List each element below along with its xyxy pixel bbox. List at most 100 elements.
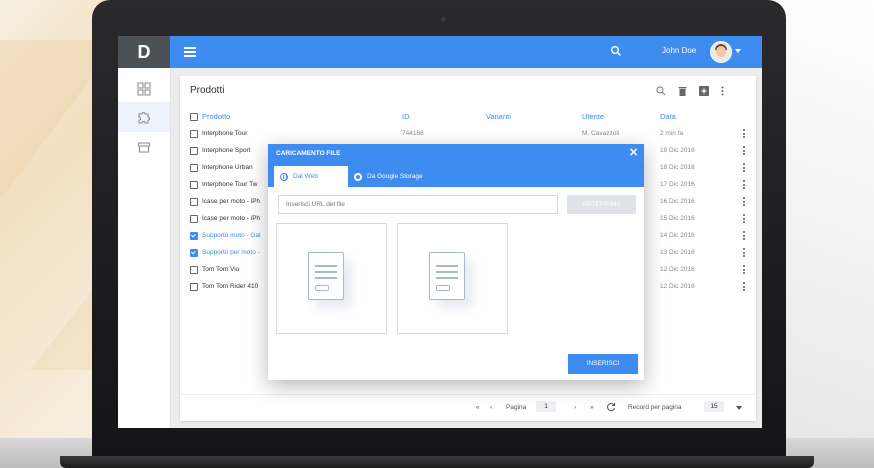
row-menu-icon[interactable] [743,231,745,242]
search-icon[interactable] [610,45,622,57]
google-storage-icon [354,172,362,181]
globe-icon [280,172,288,181]
product-date: 12 Dic 2016 [660,283,695,290]
row-menu-icon[interactable] [743,163,745,174]
close-icon[interactable]: ✕ [629,146,638,159]
row-checkbox[interactable] [190,215,198,223]
sidebar-item-dashboard[interactable] [118,74,170,104]
tab-label: Dal Web [293,173,318,180]
product-name: Interphone Tour Tw [202,181,258,188]
row-menu-icon[interactable] [743,248,745,259]
product-date: 12 Dic 2016 [660,266,695,273]
row-menu-icon[interactable] [743,180,745,191]
last-page-icon[interactable]: » [590,404,594,411]
product-name: Tom Tom Vio [202,266,240,273]
avatar[interactable] [710,41,732,63]
row-checkbox[interactable] [190,232,198,240]
dialog-title: CARICAMENTO FILE [276,150,341,157]
row-menu-icon[interactable] [743,282,745,293]
document-icon [308,252,344,300]
tab-from-web[interactable]: Dal Web [274,166,348,187]
column-header-variants[interactable]: Varianti [486,112,511,121]
product-date: 18 Dic 2016 [660,164,695,171]
archive-icon [138,142,150,153]
product-name: Tom Tom Rider 410 [202,283,259,290]
product-date: 15 Dic 2016 [660,215,695,222]
row-checkbox[interactable] [190,147,198,155]
product-date: 13 Dic 2016 [660,249,695,256]
file-preview-slot[interactable] [397,223,508,334]
sidebar: D [118,36,171,428]
row-checkbox[interactable] [190,283,198,291]
more-vert-icon[interactable] [721,86,724,96]
dashboard-icon [137,82,151,96]
card-toolbar [656,86,724,96]
column-header-id[interactable]: ID [402,112,410,121]
product-name: Interphone Tour [202,130,248,137]
webcam-icon [441,17,446,22]
table-row[interactable]: Interphone Tour 744166 M. Cavazzoli 2 mi… [190,126,750,142]
product-name: Icase per moto - iPh [202,215,261,222]
sidebar-item-archive[interactable] [118,132,170,162]
row-checkbox[interactable] [190,164,198,172]
product-name: Supporto moto - Gal [202,232,261,239]
row-menu-icon[interactable] [743,214,745,225]
laptop-base [60,456,814,468]
table-header: Prodotto ID Varianti Utente Data [190,112,750,124]
chevron-down-icon[interactable] [735,49,741,53]
document-icon [429,252,465,300]
row-menu-icon[interactable] [743,129,745,140]
hamburger-menu-icon[interactable] [184,47,196,57]
top-bar: John Doe [170,36,762,68]
page-label: Pagina [506,404,527,411]
per-page-select[interactable]: 15 [704,401,724,412]
page-title: Prodotti [190,85,225,96]
row-menu-icon[interactable] [743,146,745,157]
product-name: Supporto per moto - [202,249,260,256]
file-preview-slot[interactable] [276,223,387,334]
user-name[interactable]: John Doe [662,46,696,55]
product-date: 19 Dic 2016 [660,147,695,154]
sidebar-item-products[interactable] [118,102,170,132]
next-page-icon[interactable]: › [574,404,576,411]
search-icon[interactable] [656,86,666,96]
product-date: 17 Dic 2016 [660,181,695,188]
product-id: 744166 [402,130,424,137]
product-name: Interphone Urban [202,164,253,171]
tab-google-storage[interactable]: Da Google Storage [354,166,423,187]
product-name: Interphone Sport [202,147,251,154]
app-logo[interactable]: D [118,36,170,68]
product-user: M. Cavazzoli [582,130,620,137]
url-input[interactable] [278,195,558,214]
product-date: 2 min fa [660,130,684,137]
insert-button[interactable]: INSERISCI [568,354,638,374]
row-menu-icon[interactable] [743,265,745,276]
select-all-checkbox[interactable] [190,113,198,121]
row-checkbox[interactable] [190,198,198,206]
row-checkbox[interactable] [190,130,198,138]
per-page-label: Record per pagina [628,404,682,411]
column-header-date[interactable]: Data [660,112,676,121]
row-checkbox[interactable] [190,266,198,274]
tab-label: Da Google Storage [367,173,423,180]
row-checkbox[interactable] [190,181,198,189]
pagination: « ‹ Pagina 1 › » Record per pagina 15 [180,394,756,419]
row-menu-icon[interactable] [743,197,745,208]
product-name: Icase per moto - iPh [202,198,261,205]
laptop-screen: D John Doe Prodotti Prodotto ID Varianti… [118,36,762,428]
product-date: 14 Dic 2016 [660,232,695,239]
first-page-icon[interactable]: « [476,404,480,411]
row-checkbox[interactable] [190,249,198,257]
prev-page-icon[interactable]: ‹ [490,404,492,411]
add-icon[interactable] [699,86,709,96]
dialog-header: CARICAMENTO FILE ✕ Dal Web Da Google Sto… [268,144,644,187]
trash-icon[interactable] [678,86,687,96]
column-header-user[interactable]: Utente [582,112,604,121]
file-upload-dialog: CARICAMENTO FILE ✕ Dal Web Da Google Sto… [268,144,644,380]
product-date: 16 Dic 2016 [660,198,695,205]
chevron-down-icon[interactable] [736,406,742,410]
refresh-icon[interactable] [606,402,616,412]
page-number-input[interactable]: 1 [536,401,556,412]
column-header-product[interactable]: Prodotto [202,112,230,121]
preview-button[interactable]: ANTEPRIMA [567,195,636,214]
